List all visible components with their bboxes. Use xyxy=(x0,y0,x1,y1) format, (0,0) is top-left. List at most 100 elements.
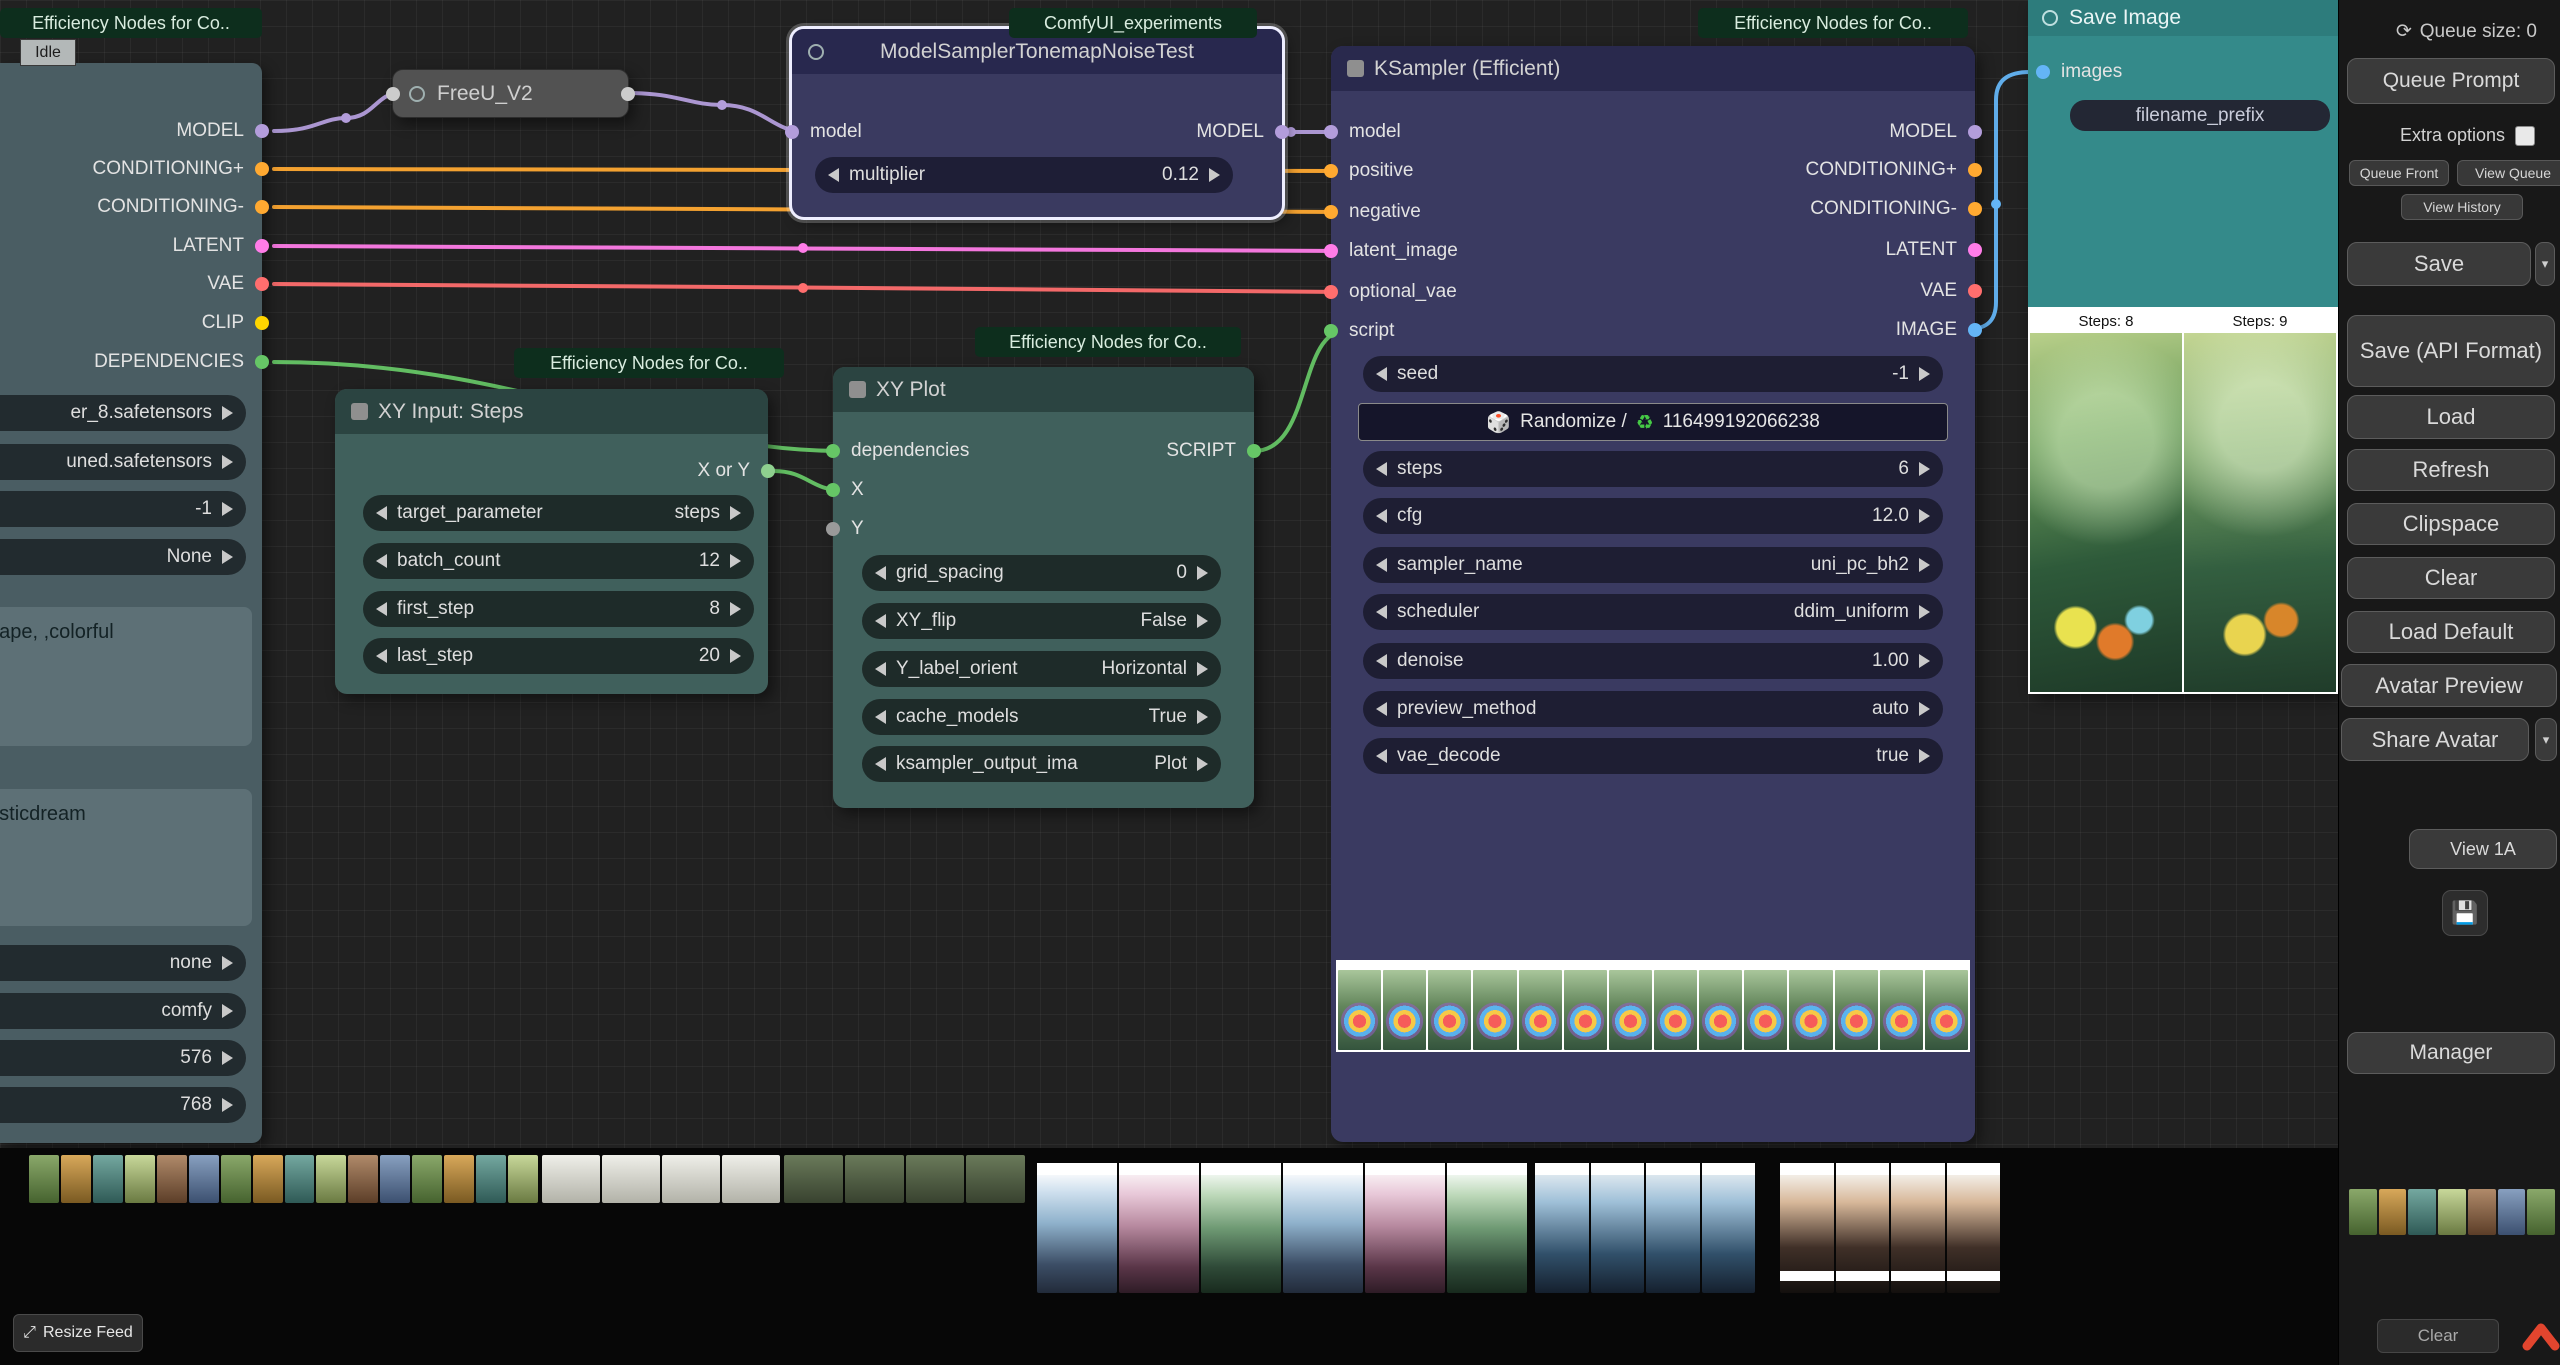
decrement-icon[interactable] xyxy=(875,710,886,724)
widget-cache-models[interactable]: cache_models True xyxy=(862,699,1221,735)
thumbnail-image[interactable] xyxy=(2438,1189,2466,1235)
widget-filename-prefix[interactable]: filename_prefix xyxy=(2070,100,2330,131)
increment-icon[interactable] xyxy=(222,502,233,516)
xy-plot-preview-strip[interactable] xyxy=(1336,960,1970,1052)
increment-icon[interactable] xyxy=(730,602,741,616)
input-port-dependencies[interactable]: dependencies xyxy=(826,440,969,462)
widget-sampler-name[interactable]: sampler_name uni_pc_bh2 xyxy=(1363,547,1943,583)
thumbnail-image[interactable] xyxy=(906,1155,965,1203)
node-efficiency-loader[interactable]: MODEL CONDITIONING+ CONDITIONING- LATENT… xyxy=(0,63,262,1143)
thumbnail-image[interactable] xyxy=(157,1155,187,1203)
load-button[interactable]: Load xyxy=(2347,395,2555,439)
thumbnail-image[interactable] xyxy=(1702,1163,1756,1293)
increment-icon[interactable] xyxy=(1197,757,1208,771)
port-dot[interactable] xyxy=(785,125,799,139)
port-dot[interactable] xyxy=(1968,125,1982,139)
port-dot[interactable] xyxy=(826,522,840,536)
node-model-sampler-tonemap[interactable]: ModelSamplerTonemapNoiseTest model MODEL… xyxy=(792,29,1282,217)
widget-y-label-orientation[interactable]: Y_label_orient Horizontal xyxy=(862,651,1221,687)
clipspace-button[interactable]: Clipspace xyxy=(2347,503,2555,545)
node-save-image[interactable]: Save Image images filename_prefix Steps:… xyxy=(2028,0,2338,694)
port-dot[interactable] xyxy=(255,316,269,330)
thumbnail-image[interactable] xyxy=(253,1155,283,1203)
widget-grid-spacing[interactable]: grid_spacing 0 xyxy=(862,555,1221,591)
thumbnail-image[interactable] xyxy=(542,1155,600,1203)
port-dot[interactable] xyxy=(255,239,269,253)
collapse-toggle-icon[interactable] xyxy=(2042,10,2058,26)
port-dot[interactable] xyxy=(1968,202,1982,216)
port-dot[interactable] xyxy=(2036,65,2050,79)
seed-control[interactable]: 🎲 Randomize / ♻ 116499192066238 xyxy=(1358,403,1948,441)
increment-icon[interactable] xyxy=(1919,702,1930,716)
output-port-dependencies[interactable]: DEPENDENCIES xyxy=(94,351,269,373)
thumbnail-image[interactable] xyxy=(1925,970,1968,1050)
collapse-toggle-icon[interactable] xyxy=(351,403,368,420)
view-history-button[interactable]: View History xyxy=(2401,194,2523,220)
widget-lora-name[interactable]: None xyxy=(0,539,246,575)
share-avatar-dropdown-button[interactable]: ▾ xyxy=(2535,718,2557,761)
thumbnail-image[interactable] xyxy=(189,1155,219,1203)
thumbnail-image[interactable] xyxy=(1836,1163,1890,1293)
thumbnail-image[interactable] xyxy=(348,1155,378,1203)
load-default-button[interactable]: Load Default xyxy=(2347,611,2555,653)
output-port-vae[interactable]: VAE xyxy=(1920,280,1982,302)
port-dot[interactable] xyxy=(1324,285,1338,299)
decrement-icon[interactable] xyxy=(376,602,387,616)
thumbnail-image[interactable] xyxy=(2468,1189,2496,1235)
thumbnail-image[interactable] xyxy=(1473,970,1516,1050)
thumbnail-image[interactable] xyxy=(1699,970,1742,1050)
increment-icon[interactable] xyxy=(1919,367,1930,381)
decrement-icon[interactable] xyxy=(875,614,886,628)
increment-icon[interactable] xyxy=(1197,566,1208,580)
thumbnail-image[interactable] xyxy=(1789,970,1832,1050)
port-dot[interactable] xyxy=(255,124,269,138)
increment-icon[interactable] xyxy=(1919,605,1930,619)
port-dot[interactable] xyxy=(255,277,269,291)
decrement-icon[interactable] xyxy=(1376,509,1387,523)
resize-feed-button[interactable]: ⤢ Resize Feed xyxy=(13,1314,143,1352)
node-header[interactable]: XY Plot xyxy=(833,367,1254,412)
thumbnail-image[interactable] xyxy=(1891,1163,1945,1293)
output-port-conditioning-plus[interactable]: CONDITIONING+ xyxy=(93,158,269,180)
input-port-model[interactable]: model xyxy=(785,121,862,143)
widget-cfg[interactable]: cfg 12.0 xyxy=(1363,498,1943,534)
thumbnail-image[interactable] xyxy=(1338,970,1381,1050)
widget-weight-interpretation[interactable]: comfy xyxy=(0,993,246,1029)
node-header[interactable]: XY Input: Steps xyxy=(335,389,768,434)
input-port-script[interactable]: script xyxy=(1324,320,1394,342)
input-port-optional-vae[interactable]: optional_vae xyxy=(1324,281,1457,303)
thumbnail-image[interactable] xyxy=(1609,970,1652,1050)
thumbnail-image[interactable] xyxy=(29,1155,59,1203)
output-port-conditioning-plus[interactable]: CONDITIONING+ xyxy=(1806,159,1982,181)
input-port-x[interactable]: X xyxy=(826,479,864,501)
thumbnail-image[interactable] xyxy=(1428,970,1471,1050)
output-port-image[interactable]: IMAGE xyxy=(1896,319,1982,341)
increment-icon[interactable] xyxy=(730,506,741,520)
increment-icon[interactable] xyxy=(222,956,233,970)
thumbnail-image[interactable] xyxy=(1037,1163,1117,1293)
thumbnail-image[interactable] xyxy=(1119,1163,1199,1293)
input-port-latent-image[interactable]: latent_image xyxy=(1324,240,1458,262)
node-header[interactable]: Save Image xyxy=(2028,0,2338,36)
input-port-model[interactable]: model xyxy=(1324,121,1401,143)
widget-scheduler[interactable]: scheduler ddim_uniform xyxy=(1363,594,1943,630)
view-1a-button[interactable]: View 1A xyxy=(2409,829,2557,869)
decrement-icon[interactable] xyxy=(1376,702,1387,716)
port-dot[interactable] xyxy=(1324,244,1338,258)
thumbnail-image[interactable] xyxy=(1947,1163,2001,1293)
output-port-x-or-y[interactable]: X or Y xyxy=(698,460,775,482)
increment-icon[interactable] xyxy=(1919,749,1930,763)
increment-icon[interactable] xyxy=(222,1098,233,1112)
widget-multiplier[interactable]: multiplier 0.12 xyxy=(815,157,1233,193)
increment-icon[interactable] xyxy=(222,455,233,469)
port-dot[interactable] xyxy=(826,483,840,497)
thumbnail-image[interactable] xyxy=(722,1155,780,1203)
widget-first-step[interactable]: first_step 8 xyxy=(363,591,754,627)
input-port-negative[interactable]: negative xyxy=(1324,201,1421,223)
thumbnail-image[interactable] xyxy=(602,1155,660,1203)
widget-seed[interactable]: seed -1 xyxy=(1363,356,1943,392)
refresh-button[interactable]: Refresh xyxy=(2347,449,2555,491)
thumbnail-image[interactable] xyxy=(1383,970,1426,1050)
decrement-icon[interactable] xyxy=(828,168,839,182)
collapse-feed-icon[interactable] xyxy=(2521,1318,2560,1358)
